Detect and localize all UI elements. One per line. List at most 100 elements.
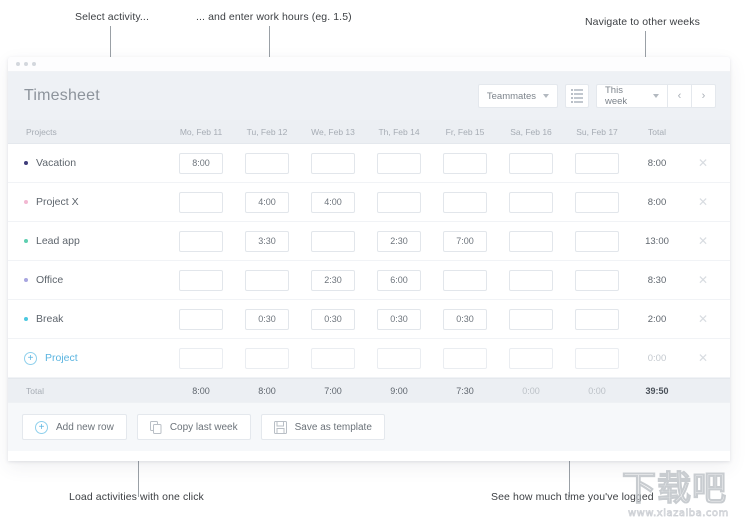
delete-row-button[interactable]: ✕ — [684, 196, 722, 208]
hours-cell[interactable]: 0 — [498, 309, 564, 330]
hours-cell[interactable]: 0 — [234, 153, 300, 174]
hours-cell[interactable]: 0 — [366, 192, 432, 213]
hours-cell[interactable]: 0 — [564, 270, 630, 291]
hours-cell[interactable]: 0:30 — [366, 309, 432, 330]
hours-cell[interactable]: 7:00 — [432, 231, 498, 252]
hours-input[interactable]: 0 — [575, 153, 619, 174]
hours-input[interactable]: 0 — [509, 309, 553, 330]
hours-cell[interactable]: 0 — [168, 192, 234, 213]
delete-row-button[interactable]: ✕ — [684, 235, 722, 247]
hours-cell[interactable]: 0 — [564, 231, 630, 252]
hours-cell[interactable]: 0 — [498, 192, 564, 213]
hours-input[interactable]: 0 — [245, 270, 289, 291]
add-row-cell-3[interactable]: 0 — [300, 348, 366, 369]
teammates-dropdown[interactable]: Teammates — [478, 84, 558, 108]
hours-input[interactable]: 0:30 — [443, 309, 487, 330]
hours-input[interactable]: 3:30 — [245, 231, 289, 252]
hours-input[interactable]: 0 — [575, 231, 619, 252]
hours-input[interactable]: 0 — [245, 153, 289, 174]
add-project-cell[interactable]: + Project — [8, 352, 168, 365]
hours-cell[interactable]: 4:00 — [300, 192, 366, 213]
hours-cell[interactable]: 0 — [564, 192, 630, 213]
previous-week-button[interactable]: ‹ — [668, 84, 692, 108]
hours-input[interactable]: 0 — [179, 231, 223, 252]
hours-cell[interactable]: 0 — [234, 270, 300, 291]
hours-input[interactable]: 0 — [311, 153, 355, 174]
add-new-row-button[interactable]: + Add new row — [22, 414, 127, 440]
hours-cell[interactable]: 0 — [564, 309, 630, 330]
hours-cell[interactable]: 3:30 — [234, 231, 300, 252]
hours-input[interactable]: 8:00 — [179, 153, 223, 174]
hours-input[interactable]: 0 — [575, 192, 619, 213]
next-week-button[interactable]: › — [692, 84, 716, 108]
add-row-cell-5[interactable]: 0 — [432, 348, 498, 369]
hours-input[interactable]: 0 — [443, 192, 487, 213]
hours-cell[interactable]: 0:30 — [432, 309, 498, 330]
project-cell[interactable]: Office — [8, 274, 168, 286]
hours-input[interactable]: 0 — [377, 192, 421, 213]
project-cell[interactable]: Lead app — [8, 235, 168, 247]
hours-cell[interactable]: 6:00 — [366, 270, 432, 291]
hours-input[interactable]: 0 — [575, 309, 619, 330]
hours-cell[interactable]: 0 — [168, 270, 234, 291]
hours-input[interactable]: 4:00 — [311, 192, 355, 213]
project-cell[interactable]: Vacation — [8, 157, 168, 169]
hours-cell[interactable]: 0 — [498, 270, 564, 291]
add-row-cell-6[interactable]: 0 — [498, 348, 564, 369]
hours-cell[interactable]: 0 — [300, 231, 366, 252]
hours-input[interactable]: 0 — [575, 270, 619, 291]
window-dot-close[interactable] — [16, 62, 20, 66]
window-dot-minimize[interactable] — [24, 62, 28, 66]
hours-input[interactable]: 7:00 — [443, 231, 487, 252]
hours-input[interactable]: 0 — [179, 192, 223, 213]
hours-input[interactable]: 0 — [179, 270, 223, 291]
hours-cell[interactable]: 2:30 — [366, 231, 432, 252]
hours-input[interactable]: 6:00 — [377, 270, 421, 291]
add-project-row[interactable]: + Project 0 0 0 0 0 0 0 0:00 ✕ — [8, 339, 730, 378]
add-row-cell-1[interactable]: 0 — [168, 348, 234, 369]
hours-cell[interactable]: 0 — [300, 153, 366, 174]
hours-cell[interactable]: 0 — [168, 309, 234, 330]
hours-input[interactable]: 0:30 — [245, 309, 289, 330]
add-row-cell-7[interactable]: 0 — [564, 348, 630, 369]
hours-cell[interactable]: 0 — [498, 231, 564, 252]
hours-input[interactable]: 0:30 — [311, 309, 355, 330]
hours-cell[interactable]: 0:30 — [300, 309, 366, 330]
delete-row-button[interactable]: ✕ — [684, 313, 722, 325]
list-view-button[interactable] — [565, 84, 589, 108]
delete-row-button[interactable]: ✕ — [684, 274, 722, 286]
project-cell[interactable]: Break — [8, 313, 168, 325]
hours-input[interactable]: 0 — [509, 270, 553, 291]
hours-input[interactable]: 0 — [443, 270, 487, 291]
hours-input[interactable]: 2:30 — [377, 231, 421, 252]
hours-cell[interactable]: 8:00 — [168, 153, 234, 174]
hours-cell[interactable]: 4:00 — [234, 192, 300, 213]
hours-cell[interactable]: 0:30 — [234, 309, 300, 330]
hours-cell[interactable]: 0 — [498, 153, 564, 174]
week-selector-dropdown[interactable]: This week — [596, 84, 668, 108]
hours-input[interactable]: 0 — [443, 153, 487, 174]
hours-cell[interactable]: 0 — [432, 192, 498, 213]
delete-row-button[interactable]: ✕ — [684, 157, 722, 169]
hours-cell[interactable]: 2:30 — [300, 270, 366, 291]
save-as-template-button[interactable]: Save as template — [261, 414, 385, 440]
delete-row-button[interactable]: ✕ — [684, 352, 722, 364]
hours-cell[interactable]: 0 — [366, 153, 432, 174]
copy-last-week-button[interactable]: Copy last week — [137, 414, 251, 440]
hours-input[interactable]: 0 — [509, 192, 553, 213]
hours-input[interactable]: 0 — [311, 231, 355, 252]
hours-input[interactable]: 0:30 — [377, 309, 421, 330]
window-dot-maximize[interactable] — [32, 62, 36, 66]
hours-input[interactable]: 2:30 — [311, 270, 355, 291]
project-cell[interactable]: Project X — [8, 196, 168, 208]
hours-cell[interactable]: 0 — [432, 153, 498, 174]
hours-cell[interactable]: 0 — [168, 231, 234, 252]
add-row-cell-4[interactable]: 0 — [366, 348, 432, 369]
hours-input[interactable]: 0 — [179, 309, 223, 330]
hours-input[interactable]: 4:00 — [245, 192, 289, 213]
add-row-cell-2[interactable]: 0 — [234, 348, 300, 369]
hours-input[interactable]: 0 — [377, 153, 421, 174]
hours-cell[interactable]: 0 — [432, 270, 498, 291]
hours-input[interactable]: 0 — [509, 231, 553, 252]
hours-input[interactable]: 0 — [509, 153, 553, 174]
